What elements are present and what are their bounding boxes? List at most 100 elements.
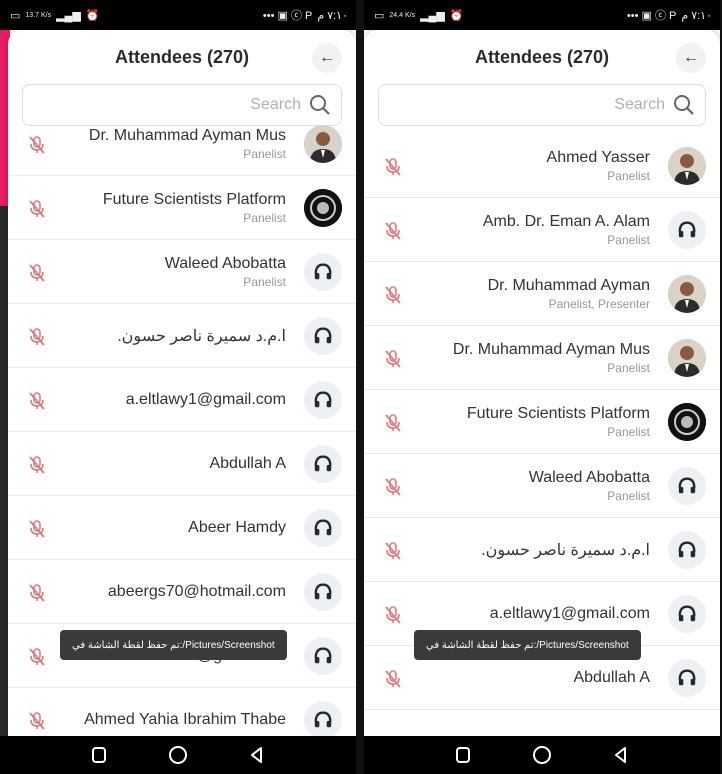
headphones-icon xyxy=(668,531,706,569)
attendee-row[interactable]: Ahmed Yahia Ibrahim Thabe xyxy=(8,688,356,736)
search-bar[interactable] xyxy=(378,84,706,126)
headphones-icon xyxy=(304,701,342,736)
status-indicators: ••• ▣ ⓒ P xyxy=(626,10,677,22)
search-icon[interactable] xyxy=(673,94,695,116)
search-input[interactable] xyxy=(465,96,665,114)
network-speed: 24.4 K/s xyxy=(389,11,416,19)
attendee-info: Dr. Muhammad Ayman Mus Panelist xyxy=(416,341,650,375)
signal-icon: ▂▄▆ xyxy=(420,9,445,22)
headphones-icon xyxy=(304,573,342,611)
attendee-row[interactable]: Future Scientists Platform Panelist xyxy=(8,176,356,240)
attendee-row[interactable]: Abeer Hamdy xyxy=(8,496,356,560)
attendee-row[interactable]: .ا.م.د سميرة ناصر حسون xyxy=(8,304,356,368)
attendee-row[interactable]: abeergs70@hotmail.com xyxy=(8,560,356,624)
home-button[interactable] xyxy=(168,745,188,765)
mic-muted-icon xyxy=(26,262,48,284)
attendee-info: a.eltlawy1@gmail.com xyxy=(416,605,650,623)
battery-icon: ▭ xyxy=(374,9,385,22)
attendee-name: Waleed Abobatta xyxy=(528,468,650,486)
mic-muted-icon xyxy=(26,326,48,348)
attendee-row[interactable]: Amb. Dr. Eman A. Alam Panelist xyxy=(364,198,720,262)
attendee-role: Panelist xyxy=(607,232,650,247)
arrow-left-icon: ← xyxy=(319,49,335,66)
back-nav-button[interactable] xyxy=(611,745,631,765)
attendee-info: Future Scientists Platform Panelist xyxy=(60,191,286,225)
status-bar: ▭ 13.7 K/s ▂▄▆ ⏰ ••• ▣ ⓒ P ٧:١٠ م xyxy=(0,0,356,30)
screenshot-toast: تم حفظ لقطة الشاشة في:/Pictures/Screensh… xyxy=(60,630,287,660)
mic-muted-icon xyxy=(382,284,404,306)
attendee-role: Panelist xyxy=(607,424,650,439)
sheet-header: Attendees (270) ← xyxy=(8,30,356,84)
attendee-role: Panelist xyxy=(243,146,286,161)
attendee-row[interactable]: Waleed Abobatta Panelist xyxy=(8,240,356,304)
phone-screen-right: ▭ 24.4 K/s ▂▄▆ ⏰ ••• ▣ ⓒ P ٧:١٠ م Attend… xyxy=(364,0,720,774)
attendee-name: .ا.م.د سميرة ناصر حسون xyxy=(117,327,286,345)
attendee-info: Abeer Hamdy xyxy=(60,519,286,537)
logo-avatar xyxy=(304,189,342,227)
attendee-name: Abdullah A xyxy=(209,454,286,472)
sheet-header: Attendees (270) ← xyxy=(364,30,720,84)
attendee-row[interactable]: Dr. Muhammad Ayman Mus Panelist xyxy=(8,112,356,176)
attendee-name: Abdullah A xyxy=(573,668,650,686)
attendee-row[interactable]: Ahmed Yasser Panelist xyxy=(364,134,720,198)
back-button[interactable]: ← xyxy=(312,43,342,73)
attendee-row[interactable]: .ا.م.د سميرة ناصر حسون xyxy=(364,518,720,582)
attendee-name: abeergs70@hotmail.com xyxy=(107,582,286,600)
mic-muted-icon xyxy=(382,604,404,626)
system-nav-bar xyxy=(364,736,720,774)
mic-muted-icon xyxy=(382,348,404,370)
attendee-row[interactable]: Future Scientists Platform Panelist xyxy=(364,390,720,454)
status-bar: ▭ 24.4 K/s ▂▄▆ ⏰ ••• ▣ ⓒ P ٧:١٠ م xyxy=(364,0,720,30)
recents-button[interactable] xyxy=(453,745,473,765)
headphones-icon xyxy=(304,445,342,483)
mic-muted-icon xyxy=(26,710,48,732)
attendee-name: Future Scientists Platform xyxy=(102,190,286,208)
phone-screen-left: ▭ 13.7 K/s ▂▄▆ ⏰ ••• ▣ ⓒ P ٧:١٠ م Attend… xyxy=(0,0,356,774)
attendee-row[interactable]: Abdullah A xyxy=(8,432,356,496)
attendee-name: a.eltlawy1@gmail.com xyxy=(489,604,650,622)
attendee-role: Panelist, Presenter xyxy=(548,296,650,311)
attendee-info: Abdullah A xyxy=(416,669,650,687)
clock: ٧:١٠ م xyxy=(681,9,712,22)
signal-icon: ▂▄▆ xyxy=(56,9,81,22)
mic-muted-icon xyxy=(26,454,48,476)
attendee-row[interactable]: Dr. Muhammad Ayman Mus Panelist xyxy=(364,326,720,390)
attendee-info: Waleed Abobatta Panelist xyxy=(416,469,650,503)
back-button[interactable]: ← xyxy=(676,43,706,73)
attendee-name: .ا.م.د سميرة ناصر حسون xyxy=(481,541,650,559)
back-nav-button[interactable] xyxy=(247,745,267,765)
attendee-row[interactable]: Dr. Muhammad Ayman Panelist, Presenter xyxy=(364,262,720,326)
attendee-info: .ا.م.د سميرة ناصر حسون xyxy=(416,540,650,560)
mic-muted-icon xyxy=(26,582,48,604)
home-button[interactable] xyxy=(532,745,552,765)
attendee-info: Ahmed Yahia Ibrahim Thabe xyxy=(60,711,286,729)
attendee-role: Panelist xyxy=(243,210,286,225)
network-speed: 13.7 K/s xyxy=(25,11,52,19)
attendee-role: Panelist xyxy=(607,488,650,503)
attendee-row[interactable]: a.eltlawy1@gmail.com xyxy=(8,368,356,432)
attendee-name: Abeer Hamdy xyxy=(188,518,286,536)
mic-muted-icon xyxy=(382,476,404,498)
logo-avatar xyxy=(668,403,706,441)
page-title: Attendees (270) xyxy=(114,46,250,67)
headphones-icon xyxy=(668,467,706,505)
attendee-row[interactable]: Waleed Abobatta Panelist xyxy=(364,454,720,518)
attendee-info: .ا.م.د سميرة ناصر حسون xyxy=(60,326,286,346)
attendee-name: Waleed Abobatta xyxy=(164,254,286,272)
headphones-icon xyxy=(304,381,342,419)
headphones-icon xyxy=(304,637,342,675)
headphones-icon xyxy=(304,509,342,547)
attendee-name: Dr. Muhammad Ayman xyxy=(487,276,650,294)
attendee-info: a.eltlawy1@gmail.com xyxy=(60,391,286,409)
attendee-name: a.eltlawy1@gmail.com xyxy=(125,390,286,408)
attendee-role: Panelist xyxy=(607,360,650,375)
recents-button[interactable] xyxy=(89,745,109,765)
attendee-info: Waleed Abobatta Panelist xyxy=(60,255,286,289)
mic-muted-icon xyxy=(26,390,48,412)
attendee-role: Panelist xyxy=(607,168,650,183)
attendee-name: Dr. Muhammad Ayman Mus xyxy=(452,340,650,358)
clock: ٧:١٠ م xyxy=(317,9,348,22)
arrow-left-icon: ← xyxy=(683,49,699,66)
avatar xyxy=(304,125,342,163)
mic-muted-icon xyxy=(382,540,404,562)
